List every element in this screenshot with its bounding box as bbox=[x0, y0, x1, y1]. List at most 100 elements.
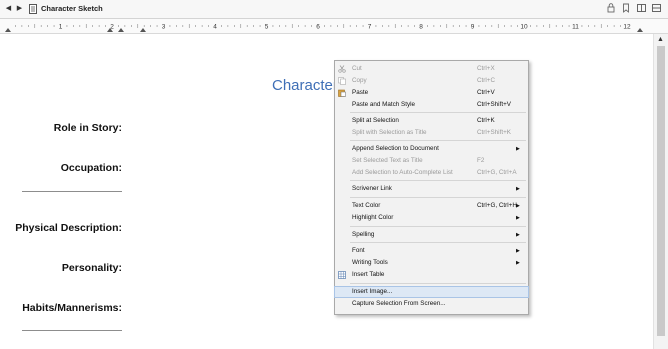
split-view-icon[interactable] bbox=[637, 3, 646, 13]
menu-item-paste[interactable]: Paste Ctrl+V bbox=[335, 88, 528, 98]
menu-item-label: Capture Selection From Screen... bbox=[352, 300, 446, 307]
menu-separator bbox=[350, 197, 526, 198]
menu-item-insert-image[interactable]: Insert Image... bbox=[334, 286, 529, 298]
submenu-arrow-icon: ▶ bbox=[516, 146, 520, 152]
document-title: Character Sketch bbox=[41, 4, 103, 13]
ruler-number: 9 bbox=[471, 24, 475, 31]
menu-item-split-at-selection[interactable]: Split at Selection Ctrl+K bbox=[335, 116, 528, 126]
scroll-thumb[interactable] bbox=[657, 46, 665, 336]
menu-separator bbox=[350, 140, 526, 141]
right-indent-marker[interactable] bbox=[637, 28, 643, 32]
scroll-up-icon[interactable]: ▲ bbox=[657, 36, 664, 43]
back-arrow-icon[interactable]: ◀ bbox=[4, 4, 13, 14]
menu-item-spelling[interactable]: Spelling ▶ bbox=[335, 230, 528, 240]
menu-item-shortcut: Ctrl+C bbox=[477, 77, 496, 84]
menu-item-label: Font bbox=[352, 247, 365, 254]
field-occupation: Occupation: bbox=[60, 162, 122, 174]
ruler[interactable]: 1 2 3 4 5 6 7 8 9 10 11 12 bbox=[0, 19, 668, 34]
menu-item-text-color[interactable]: Text Color Ctrl+G, Ctrl+H ▶ bbox=[335, 201, 528, 211]
menu-item-label: Split at Selection bbox=[352, 117, 399, 124]
menu-separator bbox=[350, 180, 526, 181]
menu-item-label: Append Selection to Document bbox=[352, 145, 439, 152]
table-icon bbox=[338, 271, 346, 279]
forward-arrow-icon[interactable]: ▶ bbox=[15, 4, 24, 14]
divider-line bbox=[22, 191, 122, 192]
submenu-arrow-icon: ▶ bbox=[516, 248, 520, 254]
menu-item-split-with-selection-as-title[interactable]: Split with Selection as Title Ctrl+Shift+… bbox=[335, 128, 528, 138]
ruler-number: 5 bbox=[265, 24, 269, 31]
menu-item-cut[interactable]: Cut Ctrl+X bbox=[335, 64, 528, 74]
menu-separator bbox=[350, 283, 526, 284]
menu-item-label: Text Color bbox=[352, 202, 381, 209]
ruler-scale: 1 2 3 4 5 6 7 8 9 10 11 12 bbox=[5, 24, 643, 32]
menu-item-capture-selection-from-screen[interactable]: Capture Selection From Screen... bbox=[335, 299, 528, 309]
document-heading: Character bbox=[272, 77, 338, 94]
clipboard-icon bbox=[338, 89, 346, 97]
menu-item-font[interactable]: Font ▶ bbox=[335, 246, 528, 256]
menu-item-highlight-color[interactable]: Highlight Color ▶ bbox=[335, 213, 528, 223]
copy-icon bbox=[338, 77, 346, 85]
submenu-arrow-icon: ▶ bbox=[516, 260, 520, 266]
tab-stop-marker[interactable] bbox=[140, 28, 146, 32]
field-personality: Personality: bbox=[61, 262, 122, 274]
field-physical-description: Physical Description: bbox=[15, 222, 122, 234]
left-indent-marker[interactable] bbox=[5, 28, 11, 32]
menu-item-label: Add Selection to Auto-Complete List bbox=[352, 169, 453, 176]
menu-item-scrivener-link[interactable]: Scrivener Link ▶ bbox=[335, 184, 528, 194]
document-icon bbox=[29, 4, 37, 14]
menu-item-label: Insert Table bbox=[352, 271, 385, 278]
ruler-number: 6 bbox=[316, 24, 320, 31]
menu-item-label: Split with Selection as Title bbox=[352, 129, 427, 136]
menu-item-shortcut: Ctrl+Shift+V bbox=[477, 101, 511, 108]
field-habits-mannerisms: Habits/Mannerisms: bbox=[22, 302, 122, 314]
divider-line bbox=[22, 330, 122, 331]
menu-item-shortcut: Ctrl+G, Ctrl+H bbox=[477, 202, 517, 209]
menu-item-label: Spelling bbox=[352, 231, 375, 238]
lock-icon[interactable] bbox=[607, 3, 615, 13]
menu-item-shortcut: F2 bbox=[477, 157, 485, 164]
ruler-number: 12 bbox=[623, 24, 631, 31]
menu-item-label: Cut bbox=[352, 65, 362, 72]
menu-item-shortcut: Ctrl+Shift+K bbox=[477, 129, 511, 136]
menu-item-copy[interactable]: Copy Ctrl+C bbox=[335, 76, 528, 86]
submenu-arrow-icon: ▶ bbox=[516, 186, 520, 192]
menu-item-shortcut: Ctrl+G, Ctrl+A bbox=[477, 169, 517, 176]
ruler-number: 1 bbox=[59, 24, 63, 31]
menu-separator bbox=[350, 242, 526, 243]
submenu-arrow-icon: ▶ bbox=[516, 203, 520, 209]
menu-separator bbox=[350, 226, 526, 227]
menu-item-label: Set Selected Text as Title bbox=[352, 157, 423, 164]
menu-item-label: Insert Image... bbox=[352, 288, 393, 295]
submenu-arrow-icon: ▶ bbox=[516, 215, 520, 221]
menu-item-paste-and-match-style[interactable]: Paste and Match Style Ctrl+Shift+V bbox=[335, 100, 528, 110]
menu-item-label: Highlight Color bbox=[352, 214, 394, 221]
bookmark-icon[interactable] bbox=[622, 3, 630, 13]
menu-item-append-selection-to-document[interactable]: Append Selection to Document ▶ bbox=[335, 144, 528, 154]
menu-item-add-selection-to-auto-complete-list[interactable]: Add Selection to Auto-Complete List Ctrl+… bbox=[335, 168, 528, 178]
menu-item-label: Paste bbox=[352, 89, 369, 96]
vertical-scrollbar[interactable]: ▲ bbox=[653, 34, 668, 349]
editor-header: ◀ ▶ Character Sketch bbox=[0, 0, 668, 19]
layout-icon[interactable] bbox=[652, 3, 661, 13]
menu-item-shortcut: Ctrl+V bbox=[477, 89, 495, 96]
menu-separator bbox=[350, 112, 526, 113]
context-menu: Cut Ctrl+X Copy Ctrl+C Paste Ctrl+V Paste and … bbox=[334, 60, 529, 315]
ruler-number: 10 bbox=[520, 24, 528, 31]
menu-item-shortcut: Ctrl+K bbox=[477, 117, 495, 124]
submenu-arrow-icon: ▶ bbox=[516, 232, 520, 238]
field-role-in-story: Role in Story: bbox=[53, 122, 122, 134]
menu-item-label: Writing Tools bbox=[352, 259, 388, 266]
tab-stop-marker[interactable] bbox=[118, 28, 124, 32]
scissors-icon bbox=[338, 65, 346, 73]
ruler-number: 11 bbox=[572, 24, 579, 31]
ruler-number: 8 bbox=[419, 24, 423, 31]
menu-item-insert-table[interactable]: Insert Table bbox=[335, 270, 528, 280]
ruler-number: 3 bbox=[162, 24, 166, 31]
menu-item-shortcut: Ctrl+X bbox=[477, 65, 495, 72]
menu-item-label: Paste and Match Style bbox=[352, 101, 416, 108]
menu-item-set-selected-text-as-title[interactable]: Set Selected Text as Title F2 bbox=[335, 156, 528, 166]
menu-item-writing-tools[interactable]: Writing Tools ▶ bbox=[335, 258, 528, 268]
ruler-number: 4 bbox=[213, 24, 217, 31]
ruler-number: 7 bbox=[368, 24, 372, 31]
menu-item-label: Scrivener Link bbox=[352, 185, 392, 192]
